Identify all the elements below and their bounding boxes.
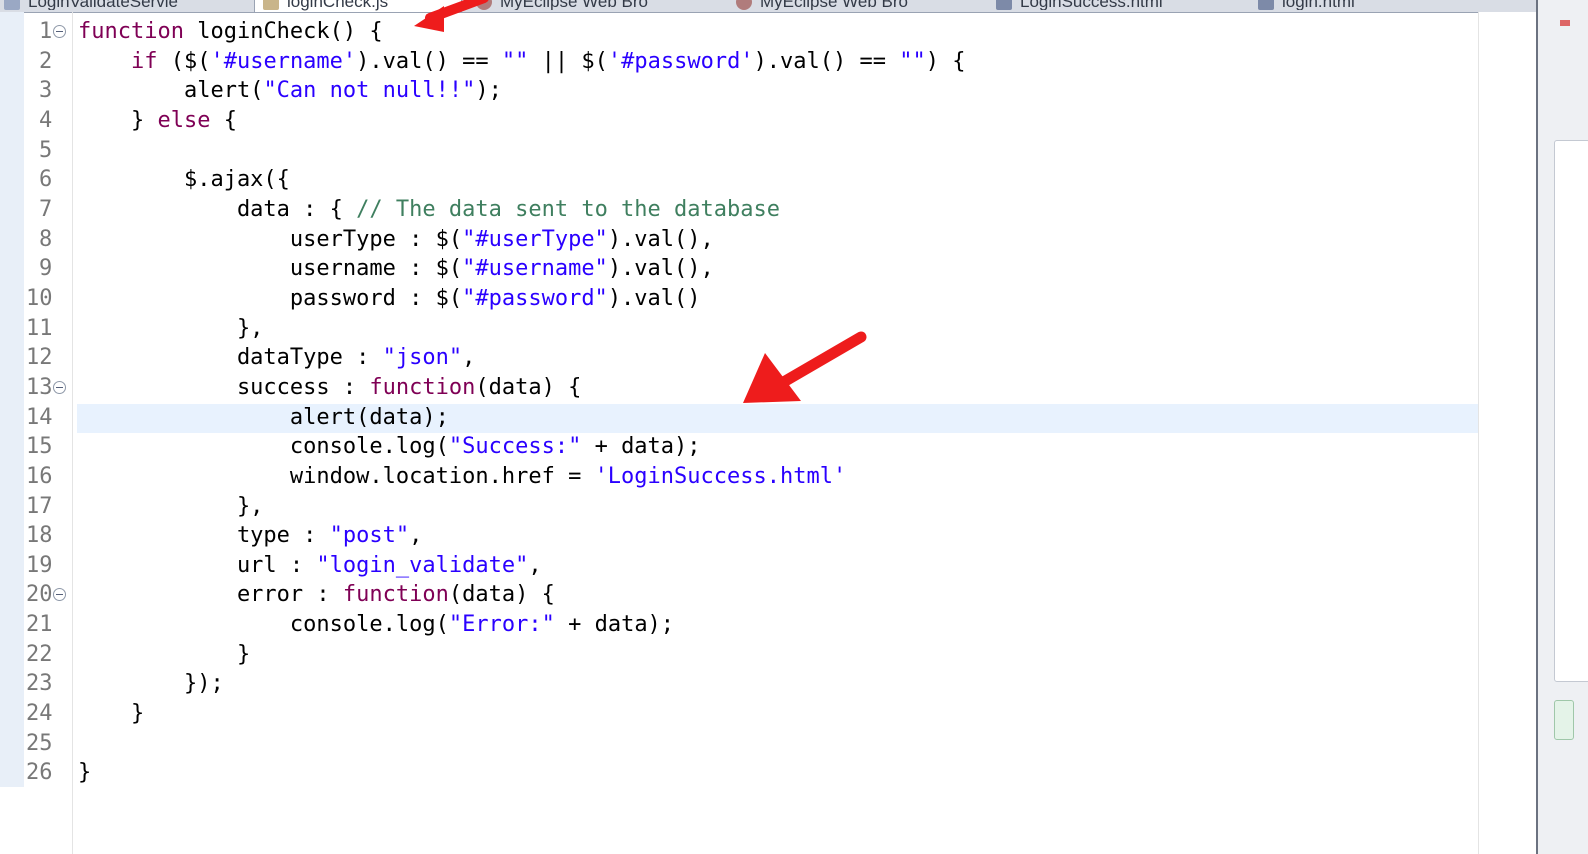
code-line-8[interactable]: userType : $("#userType").val(), <box>78 225 1478 255</box>
line-number: 21 <box>26 612 53 638</box>
line-number: 11 <box>26 315 53 341</box>
code-line-5[interactable] <box>78 136 1478 166</box>
code-line-22[interactable]: } <box>78 640 1478 670</box>
arrow-head <box>414 6 444 32</box>
annotation-ruler[interactable] <box>0 12 24 787</box>
code-line-19[interactable]: url : "login_validate", <box>78 551 1478 581</box>
fold-collapse-icon[interactable] <box>53 380 66 394</box>
line-number: 18 <box>26 523 53 549</box>
overview-ruler[interactable] <box>1478 12 1537 854</box>
code-line-3[interactable]: alert("Can not null!!"); <box>78 76 1478 106</box>
panel-marker <box>1560 20 1570 26</box>
line-number: 15 <box>26 434 53 460</box>
line-number-column: 1 2 3 4 5 6 7 8 9 10 11 12 13 14 15 16 1… <box>24 17 72 788</box>
line-number: 20 <box>24 580 72 610</box>
tab-login-success-html[interactable]: LoginSuccess.html <box>996 0 1236 10</box>
line-number: 13 <box>24 373 72 403</box>
line-number: 1 <box>24 17 72 47</box>
tab-login-html[interactable]: login.html <box>1258 0 1418 10</box>
tab-myeclipse-browser-1[interactable]: MyEclipse Web Bro <box>476 0 716 10</box>
line-number: 9 <box>39 256 53 282</box>
code-line-26[interactable]: } <box>78 758 1478 788</box>
code-line-4[interactable]: } else { <box>78 106 1478 136</box>
java-file-icon <box>4 0 20 10</box>
arrow-shaft <box>769 331 867 393</box>
line-number: 3 <box>39 78 53 104</box>
code-line-16[interactable]: window.location.href = 'LoginSuccess.htm… <box>78 462 1478 492</box>
code-line-10[interactable]: password : $("#password").val() <box>78 284 1478 314</box>
code-line-2[interactable]: if ($('#username').val() == "" || $('#pa… <box>78 47 1478 77</box>
line-number: 12 <box>26 345 53 371</box>
line-number: 14 <box>26 404 53 430</box>
line-number: 6 <box>39 167 53 193</box>
html-file-icon <box>996 0 1012 10</box>
code-line-7[interactable]: data : { // The data sent to the databas… <box>78 195 1478 225</box>
line-number: 8 <box>39 226 53 252</box>
line-number: 25 <box>26 730 53 756</box>
editor-tab-bar: LoginValidateServle loginCheck.js MyEcli… <box>0 0 1540 13</box>
code-line-1[interactable]: function loginCheck() { <box>78 17 1478 47</box>
code-line-25[interactable] <box>78 729 1478 759</box>
line-number: 24 <box>26 701 53 727</box>
code-line-9[interactable]: username : $("#username").val(), <box>78 254 1478 284</box>
side-panel-view[interactable] <box>1554 140 1588 682</box>
line-number: 22 <box>26 641 53 667</box>
line-number: 5 <box>39 137 53 163</box>
code-line-21[interactable]: console.log("Error:" + data); <box>78 610 1478 640</box>
code-line-20[interactable]: error : function(data) { <box>78 580 1478 610</box>
tab-myeclipse-browser-2[interactable]: MyEclipse Web Bro <box>736 0 976 10</box>
annotation-arrow-top <box>414 0 489 32</box>
code-line-15[interactable]: console.log("Success:" + data); <box>78 432 1478 462</box>
fold-collapse-icon[interactable] <box>53 588 66 602</box>
gutter-divider <box>72 12 73 854</box>
line-number: 23 <box>26 671 53 697</box>
code-line-17[interactable]: }, <box>78 492 1478 522</box>
code-line-23[interactable]: }); <box>78 669 1478 699</box>
line-number: 7 <box>39 196 53 222</box>
line-number: 17 <box>26 493 53 519</box>
line-number: 19 <box>26 552 53 578</box>
tab-login-validate-servlet[interactable]: LoginValidateServle <box>4 0 240 10</box>
line-number: 26 <box>26 760 53 786</box>
eclipse-editor-window: LoginValidateServle loginCheck.js MyEcli… <box>0 0 1588 854</box>
side-panel <box>1538 0 1588 854</box>
js-file-icon <box>263 0 279 10</box>
fold-collapse-icon[interactable] <box>53 25 66 38</box>
code-line-24[interactable]: } <box>78 699 1478 729</box>
line-number: 2 <box>39 48 53 74</box>
browser-icon <box>736 0 752 10</box>
code-line-18[interactable]: type : "post", <box>78 521 1478 551</box>
line-number: 4 <box>39 107 53 133</box>
code-line-6[interactable]: $.ajax({ <box>78 165 1478 195</box>
line-number: 10 <box>26 285 53 311</box>
java-perspective-icon[interactable] <box>1554 700 1574 740</box>
annotation-arrow-middle <box>743 331 867 403</box>
line-number: 16 <box>26 463 53 489</box>
html-file-icon <box>1258 0 1274 10</box>
